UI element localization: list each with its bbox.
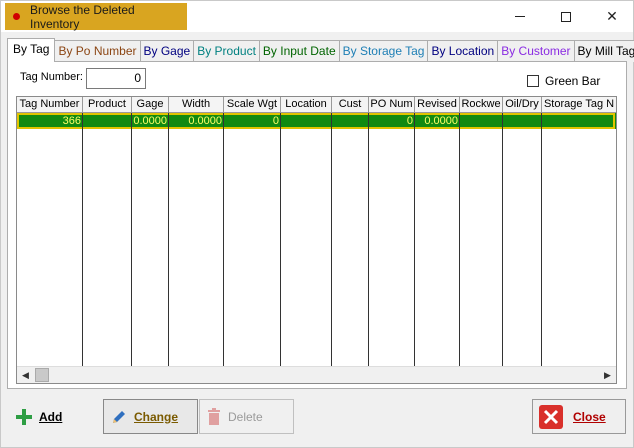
- column-header[interactable]: Gage: [132, 97, 169, 113]
- tab-by-input-date[interactable]: By Input Date: [258, 40, 340, 62]
- tab-by-storage-tag[interactable]: By Storage Tag: [338, 40, 429, 62]
- add-button[interactable]: Add: [9, 399, 99, 434]
- tab-by-mill-tag-no[interactable]: By Mill Tag No: [573, 40, 634, 62]
- delete-button-label: Delete: [228, 409, 263, 424]
- column-header[interactable]: PO Num: [369, 97, 415, 113]
- close-window-button[interactable]: ✕: [589, 1, 634, 32]
- title-bar[interactable]: Browse the Deleted Inventory ✕: [1, 1, 633, 32]
- column-divider: [368, 113, 369, 367]
- column-header[interactable]: Cust: [332, 97, 369, 113]
- inventory-grid[interactable]: Tag Number Product Gage Width Scale Wgt Locat…: [16, 96, 617, 384]
- add-button-label: Add: [39, 409, 63, 424]
- column-divider: [541, 113, 542, 367]
- tag-number-label: Tag Number:: [20, 71, 83, 83]
- table-cell: 0.0000: [188, 115, 222, 127]
- column-divider: [414, 113, 415, 367]
- table-cell: [503, 113, 542, 129]
- table-cell: 366: [62, 115, 81, 127]
- column-header[interactable]: Storage Tag N: [542, 97, 616, 113]
- close-button[interactable]: Close: [532, 399, 626, 434]
- column-divider: [459, 113, 460, 367]
- column-header[interactable]: Rockwe: [460, 97, 503, 113]
- close-x-icon: [539, 404, 563, 429]
- pencil-icon: [113, 410, 125, 423]
- maximize-icon: [561, 11, 571, 22]
- scroll-right-icon[interactable]: ▶: [599, 368, 616, 383]
- tab-panel: Tag Number: 0 Green Bar Tag Number Produc…: [7, 61, 627, 389]
- tab-by-customer[interactable]: By Customer: [497, 40, 575, 62]
- column-header[interactable]: Revised: [415, 97, 460, 113]
- close-icon: ✕: [606, 8, 618, 24]
- scroll-left-icon[interactable]: ◀: [17, 368, 34, 383]
- column-header[interactable]: Oil/Dry: [503, 97, 542, 113]
- action-bar: Add Change Delete Close: [1, 393, 633, 447]
- table-cell: [281, 113, 332, 129]
- table-cell: [83, 113, 132, 129]
- column-divider: [223, 113, 224, 367]
- minimize-button[interactable]: [497, 1, 543, 32]
- column-divider: [280, 113, 281, 367]
- tab-by-po-number[interactable]: By Po Number: [54, 40, 141, 62]
- green-bar-checkbox[interactable]: [527, 75, 539, 87]
- window-title: Browse the Deleted Inventory: [29, 2, 135, 31]
- column-divider: [168, 113, 169, 367]
- browse-window: Browse the Deleted Inventory ✕ By Tag By …: [0, 0, 634, 448]
- green-bar-label: Green Bar: [545, 74, 601, 88]
- scrollbar-thumb[interactable]: [35, 368, 49, 382]
- tab-strip: By Tag By Po Number By Gage By Product By In…: [7, 38, 634, 62]
- table-cell: [332, 113, 369, 129]
- app-icon: [13, 13, 20, 20]
- close-button-label: Close: [573, 409, 606, 424]
- column-header[interactable]: Tag Number: [17, 97, 83, 113]
- column-header[interactable]: Width: [169, 97, 224, 113]
- table-cell: 0.0000: [424, 115, 458, 127]
- table-cell: 0: [272, 115, 279, 127]
- tab-by-gage[interactable]: By Gage: [139, 40, 195, 62]
- horizontal-scrollbar[interactable]: ◀ ▶: [17, 366, 616, 383]
- table-cell: [542, 113, 616, 129]
- table-cell: 0.0000: [133, 115, 167, 127]
- change-button[interactable]: Change: [103, 399, 198, 434]
- tab-by-tag[interactable]: By Tag: [7, 38, 56, 62]
- plus-icon: [16, 408, 32, 425]
- trash-icon: [208, 407, 220, 425]
- column-divider: [331, 113, 332, 367]
- change-button-label: Change: [134, 409, 179, 424]
- column-header[interactable]: Scale Wgt: [224, 97, 281, 113]
- tab-by-product[interactable]: By Product: [193, 40, 260, 62]
- column-header[interactable]: Product: [83, 97, 132, 113]
- title-pill: Browse the Deleted Inventory: [5, 2, 187, 31]
- table-row[interactable]: 366 0.0000 0.0000 0 0 0.0000: [17, 113, 616, 129]
- column-divider: [131, 113, 132, 367]
- column-divider: [502, 113, 503, 367]
- minimize-icon: [515, 16, 525, 17]
- table-cell: 0: [406, 115, 413, 127]
- column-header[interactable]: Location: [281, 97, 332, 113]
- green-bar-toggle[interactable]: Green Bar: [527, 74, 600, 88]
- tag-number-input[interactable]: 0: [86, 68, 146, 89]
- delete-button[interactable]: Delete: [199, 399, 294, 434]
- column-divider: [82, 113, 83, 367]
- table-cell: [460, 113, 503, 129]
- maximize-button[interactable]: [543, 1, 589, 32]
- tab-by-location[interactable]: By Location: [427, 40, 499, 62]
